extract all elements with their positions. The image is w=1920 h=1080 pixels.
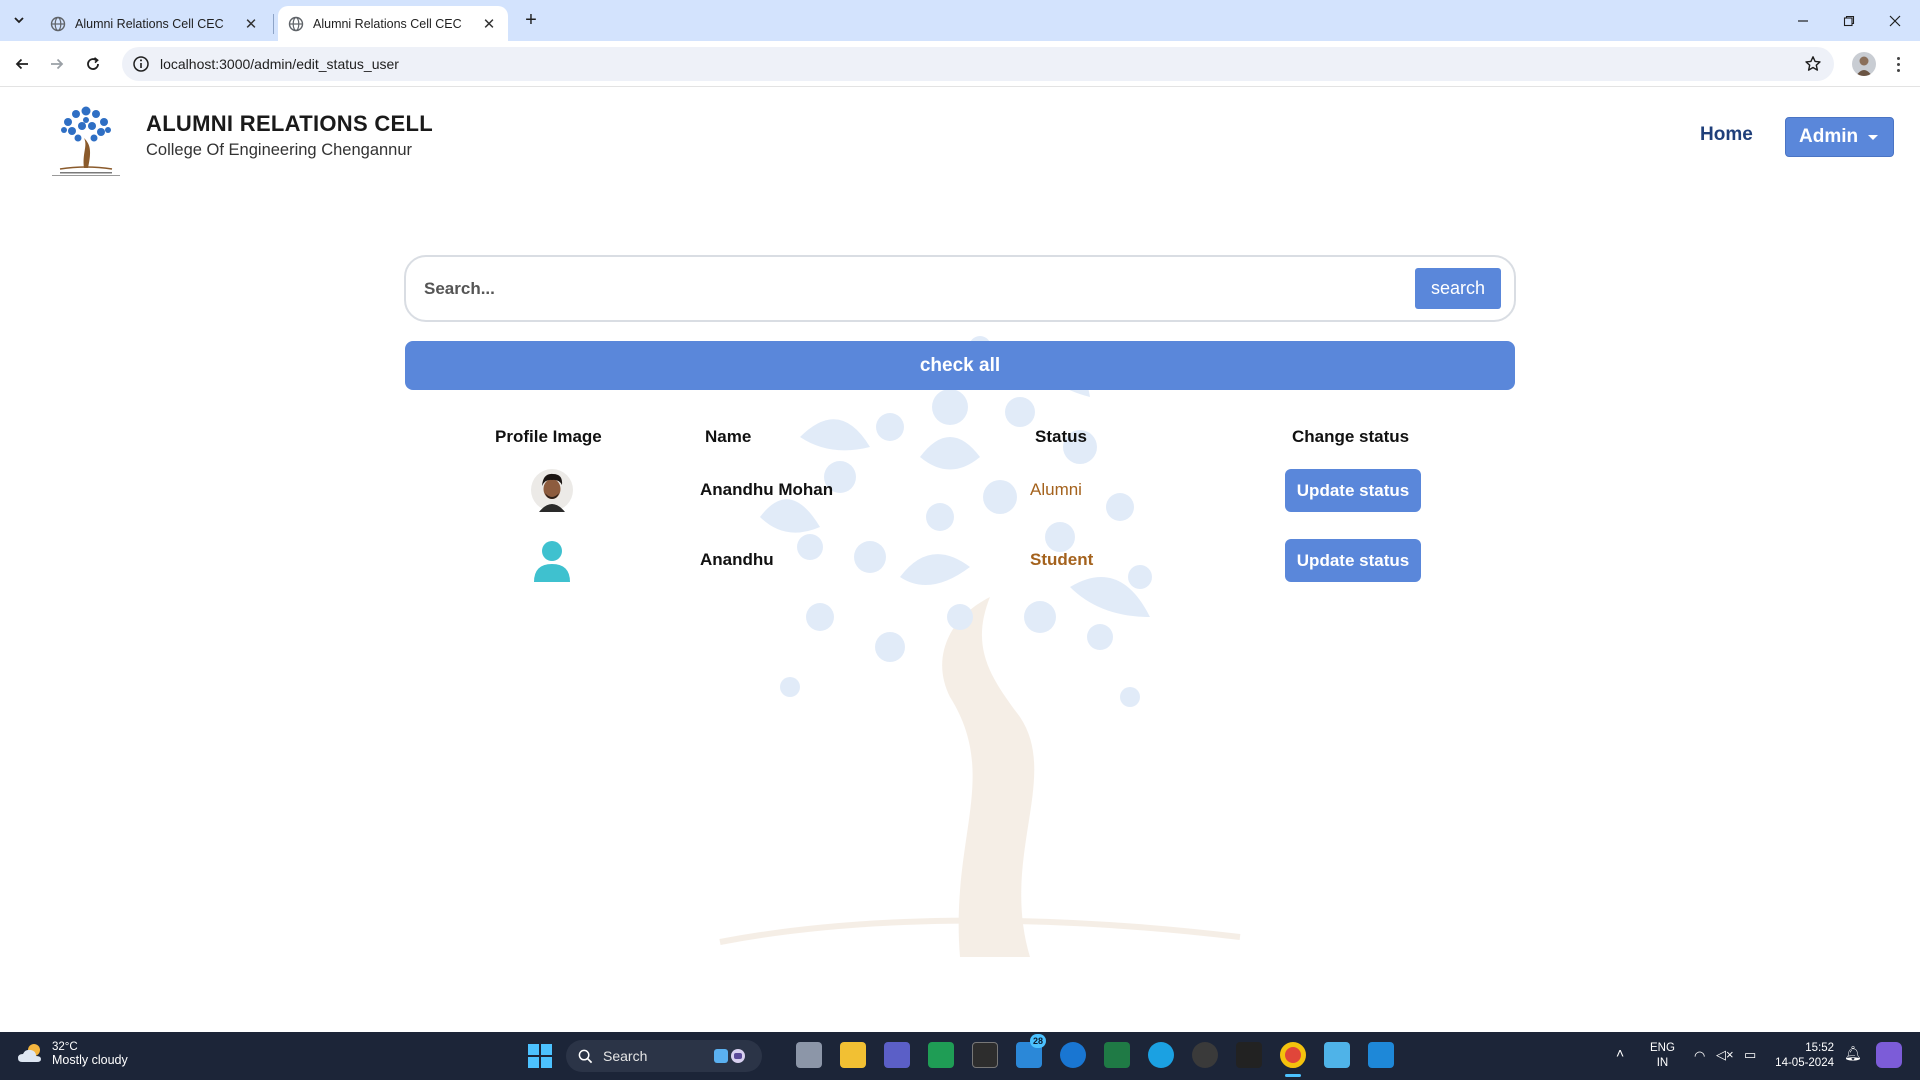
volume-muted-icon[interactable]: ◁× xyxy=(1716,1047,1734,1062)
url-text: localhost:3000/admin/edit_status_user xyxy=(160,56,399,72)
browser-menu-icon[interactable] xyxy=(1888,52,1908,76)
browser-toolbar: localhost:3000/admin/edit_status_user xyxy=(0,41,1920,87)
vscode-icon[interactable] xyxy=(1368,1042,1394,1068)
app-icon[interactable] xyxy=(1236,1042,1262,1068)
chrome-active-indicator xyxy=(1285,1074,1301,1077)
admin-label: Admin xyxy=(1799,126,1859,147)
region-code: IN xyxy=(1656,1057,1669,1069)
globe-icon xyxy=(50,16,66,31)
tab-divider xyxy=(273,14,274,34)
search-highlight-icon xyxy=(714,1049,745,1063)
header-change-status: Change status xyxy=(1292,427,1410,446)
header-name: Name xyxy=(705,427,752,446)
taskbar-search-label: Search xyxy=(603,1048,648,1064)
store-lock-icon[interactable] xyxy=(1060,1042,1086,1068)
admin-dropdown-button[interactable]: Admin xyxy=(1785,117,1894,157)
teams-icon[interactable] xyxy=(884,1042,910,1068)
back-arrow-icon[interactable] xyxy=(9,51,35,77)
battery-icon[interactable]: ▭ xyxy=(1744,1047,1756,1062)
terminal-icon[interactable] xyxy=(972,1042,998,1068)
search-input[interactable] xyxy=(424,271,1404,307)
close-window-icon[interactable] xyxy=(1872,0,1918,41)
brand-title: ALUMNI RELATIONS CELL xyxy=(146,111,433,136)
notification-bell-icon[interactable]: 🔔︎ xyxy=(1844,1046,1862,1061)
header-profile-image: Profile Image xyxy=(495,427,602,446)
search-icon xyxy=(578,1049,593,1063)
wifi-icon[interactable]: ◠ xyxy=(1694,1048,1705,1063)
brand-subtitle: College Of Engineering Chengannur xyxy=(146,141,413,159)
search-bar: search xyxy=(404,255,1516,322)
clock[interactable]: 15:52 14-05-2024 xyxy=(1770,1041,1834,1071)
restore-icon[interactable] xyxy=(1826,0,1872,41)
browser-tab-1[interactable]: Alumni Relations Cell CEC ✕ xyxy=(40,6,270,41)
user-name: Anandhu xyxy=(700,550,774,569)
copilot-icon[interactable] xyxy=(1876,1042,1902,1068)
caret-down-icon xyxy=(1868,134,1879,140)
weather-condition: Mostly cloudy xyxy=(52,1053,128,1067)
weather-widget[interactable]: 32°C Mostly cloudy xyxy=(16,1041,128,1067)
windows-taskbar: 32°C Mostly cloudy Search 28 ˄ ENG IN ◠ … xyxy=(0,1032,1920,1080)
minimize-icon[interactable] xyxy=(1780,0,1826,41)
clock-time: 15:52 xyxy=(1805,1042,1834,1054)
update-status-button[interactable]: Update status xyxy=(1285,469,1421,512)
excel-icon[interactable] xyxy=(1104,1042,1130,1068)
file-explorer-icon[interactable] xyxy=(840,1042,866,1068)
reload-icon[interactable] xyxy=(80,51,106,77)
user-photo-avatar xyxy=(531,469,573,512)
address-bar[interactable]: localhost:3000/admin/edit_status_user xyxy=(122,47,1834,81)
forward-arrow-icon[interactable] xyxy=(44,51,70,77)
tab-title: Alumni Relations Cell CEC xyxy=(75,16,224,31)
clock-date: 14-05-2024 xyxy=(1775,1057,1834,1069)
weather-temp: 32°C xyxy=(52,1041,78,1053)
header-status: Status xyxy=(1035,427,1087,446)
check-all-button[interactable]: check all xyxy=(405,341,1515,390)
task-view-icon[interactable] xyxy=(796,1042,822,1068)
close-tab-icon[interactable]: ✕ xyxy=(480,15,498,33)
edge-icon[interactable] xyxy=(1148,1042,1174,1068)
notepad-icon[interactable] xyxy=(1324,1042,1350,1068)
new-tab-plus-icon[interactable]: + xyxy=(520,9,542,31)
mail-badge: 28 xyxy=(1030,1034,1046,1048)
site-info-icon[interactable] xyxy=(132,55,150,73)
update-status-button[interactable]: Update status xyxy=(1285,539,1421,582)
globe-icon xyxy=(288,16,304,31)
site-navbar: ALUMNI RELATIONS CELL College Of Enginee… xyxy=(0,87,1920,187)
lang-code: ENG xyxy=(1650,1042,1675,1054)
obs-icon[interactable] xyxy=(1192,1042,1218,1068)
close-tab-icon[interactable]: ✕ xyxy=(242,15,260,33)
profile-avatar[interactable] xyxy=(1852,52,1876,76)
taskbar-search[interactable]: Search xyxy=(566,1040,762,1072)
windows-start-icon[interactable] xyxy=(528,1044,552,1068)
nav-home-link[interactable]: Home xyxy=(1700,124,1753,146)
user-name: Anandhu Mohan xyxy=(700,480,834,499)
page-content: ALUMNI RELATIONS CELL College Of Enginee… xyxy=(0,87,1920,1032)
chrome-icon[interactable] xyxy=(1280,1042,1306,1068)
user-status: Alumni xyxy=(1030,480,1082,499)
cloudy-weather-icon xyxy=(18,1044,41,1062)
tab-search-chevron-icon[interactable] xyxy=(8,9,30,31)
browser-tab-bar: Alumni Relations Cell CEC ✕ Alumni Relat… xyxy=(0,0,1920,41)
search-button[interactable]: search xyxy=(1415,268,1501,309)
bookmark-star-icon[interactable] xyxy=(1804,55,1822,73)
tray-overflow-chevron-icon[interactable]: ˄ xyxy=(1616,1046,1624,1061)
language-indicator[interactable]: ENG IN xyxy=(1650,1041,1675,1071)
user-status: Student xyxy=(1030,550,1094,569)
browser-tab-2[interactable]: Alumni Relations Cell CEC ✕ xyxy=(278,6,508,41)
classroom-icon[interactable] xyxy=(928,1042,954,1068)
tree-watermark xyxy=(719,336,1241,957)
default-user-icon xyxy=(534,541,570,582)
cell-logo-tree-icon xyxy=(52,106,120,176)
tab-title: Alumni Relations Cell CEC xyxy=(313,16,462,31)
